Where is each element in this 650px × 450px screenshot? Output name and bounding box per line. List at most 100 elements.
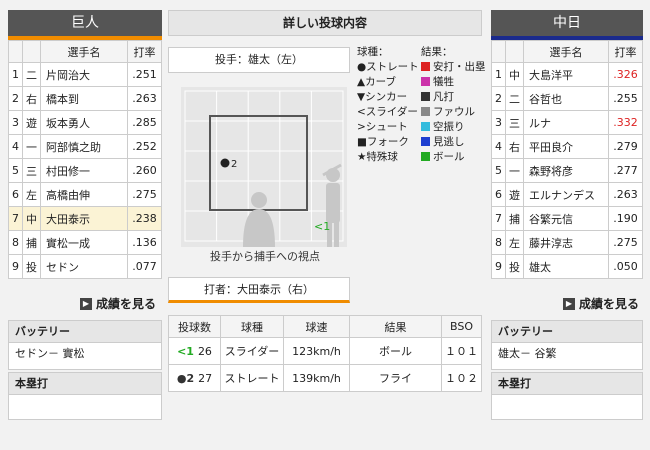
position: 右 [505, 134, 524, 159]
strike-zone-svg: 2 <1 [184, 90, 344, 247]
pitch-speed: 139km/h [283, 364, 350, 392]
col-player-name: 選手名 [40, 40, 128, 63]
batting-average: .252 [127, 134, 162, 159]
position: 遊 [22, 110, 41, 135]
pitch-count: 27 [198, 371, 213, 385]
pitch-detail-title: 詳しい投球内容 [168, 10, 482, 36]
result-legend-item: ボール [421, 150, 486, 165]
result-legend-item: 空振り [421, 120, 486, 135]
pitch-result: ボール [349, 337, 442, 365]
pitch-type: スライダー [220, 337, 284, 365]
result-legend-item: 凡打 [421, 90, 486, 105]
batting-order: 6 [491, 182, 506, 207]
batting-order: 9 [8, 254, 23, 279]
position: 中 [505, 62, 524, 87]
batting-average: .077 [127, 254, 162, 279]
away-hr-value [492, 395, 642, 417]
color-swatch-icon [421, 137, 430, 146]
player-name: 平田良介 [523, 134, 609, 159]
away-team-name: 中日 [491, 10, 643, 36]
player-name: 森野将彦 [523, 158, 609, 183]
player-name: 橋本到 [40, 86, 128, 111]
away-stats-link[interactable]: ▶ 成績を見る [563, 295, 639, 312]
pitch-mark: ●2 [176, 371, 195, 385]
batter-label: 打者：大田泰示（右） [168, 277, 350, 303]
lineup-row: 5 三村田修一 .260 [8, 158, 162, 183]
lineup-row: 1 中大島洋平 .326 [491, 62, 643, 87]
player-name: 阿部慎之助 [40, 134, 128, 159]
lineup-row: 3 遊坂本勇人 .285 [8, 110, 162, 135]
position: 投 [22, 254, 41, 279]
position: 左 [505, 230, 524, 255]
pitch-bso: １０１ [441, 337, 482, 365]
batting-average: .263 [127, 86, 162, 111]
pitch-log-table: 投球数 球種 球速 結果 BSO <1 26 スライダー 123km/h ボール １０１ ●… [168, 315, 482, 392]
position: 一 [505, 158, 524, 183]
player-name: セドン [40, 254, 128, 279]
home-team-name: 巨人 [8, 10, 162, 36]
col-player-name: 選手名 [523, 40, 609, 63]
pitch-count: 26 [197, 344, 212, 358]
batting-average: .260 [127, 158, 162, 183]
pitch-mark-1: <1 [314, 220, 330, 233]
home-battery-label: バッテリー [9, 321, 161, 343]
pitch-type-legend-item: >シュート [357, 121, 408, 133]
col-avg: 打率 [608, 40, 643, 63]
batting-order: 1 [8, 62, 23, 87]
position: 三 [505, 110, 524, 135]
batting-average: .050 [608, 254, 643, 279]
position: 三 [22, 158, 41, 183]
lineup-row: 2 右橋本到 .263 [8, 86, 162, 111]
position: 二 [22, 62, 41, 87]
pitch-type-legend: 球種： ●ストレート ▲カーブ ▼シンカー <スライダー >シュート ■フォーク ★特殊球 [357, 46, 419, 163]
batting-order: 9 [491, 254, 506, 279]
pitch-type-legend-item: ★特殊球 [357, 151, 398, 163]
lineup-row: 1 二片岡治大 .251 [8, 62, 162, 87]
pitch-mark: <1 [177, 344, 194, 358]
pitch-type-legend-item: ▼シンカー [357, 91, 408, 103]
lineup-row: 7 捕谷繁元信 .190 [491, 206, 643, 231]
lineup-row: 8 左藤井淳志 .275 [491, 230, 643, 255]
lineup-row: 3 三ルナ .332 [491, 110, 643, 135]
result-legend-item: ファウル [421, 105, 486, 120]
position: 左 [22, 182, 41, 207]
color-swatch-icon [421, 107, 430, 116]
svg-text:2: 2 [231, 159, 237, 170]
position: 遊 [505, 182, 524, 207]
pitch-type-legend-item: <スライダー [357, 106, 418, 118]
color-swatch-icon [421, 92, 430, 101]
away-team-panel: 中日 選手名 打率 1 中大島洋平 .326 2 二谷哲也 .255 3 三ルナ .332 4 右平… [491, 10, 643, 279]
batting-average: .326 [608, 62, 643, 87]
batter-silhouette [322, 163, 342, 247]
pitch-type-legend-item: ■フォーク [357, 136, 409, 148]
player-name: 大田泰示 [40, 206, 128, 231]
view-caption: 投手から捕手への視点 [210, 250, 320, 263]
player-name: 大島洋平 [523, 62, 609, 87]
play-arrow-icon: ▶ [80, 297, 92, 310]
col-bso: BSO [441, 315, 482, 338]
result-legend-item: 見逃し [421, 135, 486, 150]
col-avg: 打率 [127, 40, 162, 63]
pitch-type-legend-item: ▲カーブ [357, 76, 396, 88]
player-name: 村田修一 [40, 158, 128, 183]
batting-order: 7 [491, 206, 506, 231]
away-battery-label: バッテリー [492, 321, 642, 343]
svg-text:<1: <1 [314, 220, 330, 233]
batting-order: 5 [491, 158, 506, 183]
position: 一 [22, 134, 41, 159]
player-name: 坂本勇人 [40, 110, 128, 135]
batting-order: 8 [491, 230, 506, 255]
color-swatch-icon [421, 152, 430, 161]
home-stats-link[interactable]: ▶ 成績を見る [80, 295, 156, 312]
away-lineup-table: 選手名 打率 1 中大島洋平 .326 2 二谷哲也 .255 3 三ルナ .332 4 右平田良介… [491, 40, 643, 279]
result-legend: 結果： 安打・出塁 犠牲 凡打 ファウル 空振り 見逃し ボール [421, 46, 486, 165]
player-name: 實松一成 [40, 230, 128, 255]
pitch-result: フライ [349, 364, 442, 392]
lineup-row: 5 一森野将彦 .277 [491, 158, 643, 183]
batting-average: .277 [608, 158, 643, 183]
pitch-row: <1 26 スライダー 123km/h ボール １０１ [168, 337, 482, 365]
home-battery-value: セドン－ 實松 [15, 347, 85, 360]
player-name: エルナンデス [523, 182, 609, 207]
batting-order: 8 [8, 230, 23, 255]
batting-order: 4 [491, 134, 506, 159]
